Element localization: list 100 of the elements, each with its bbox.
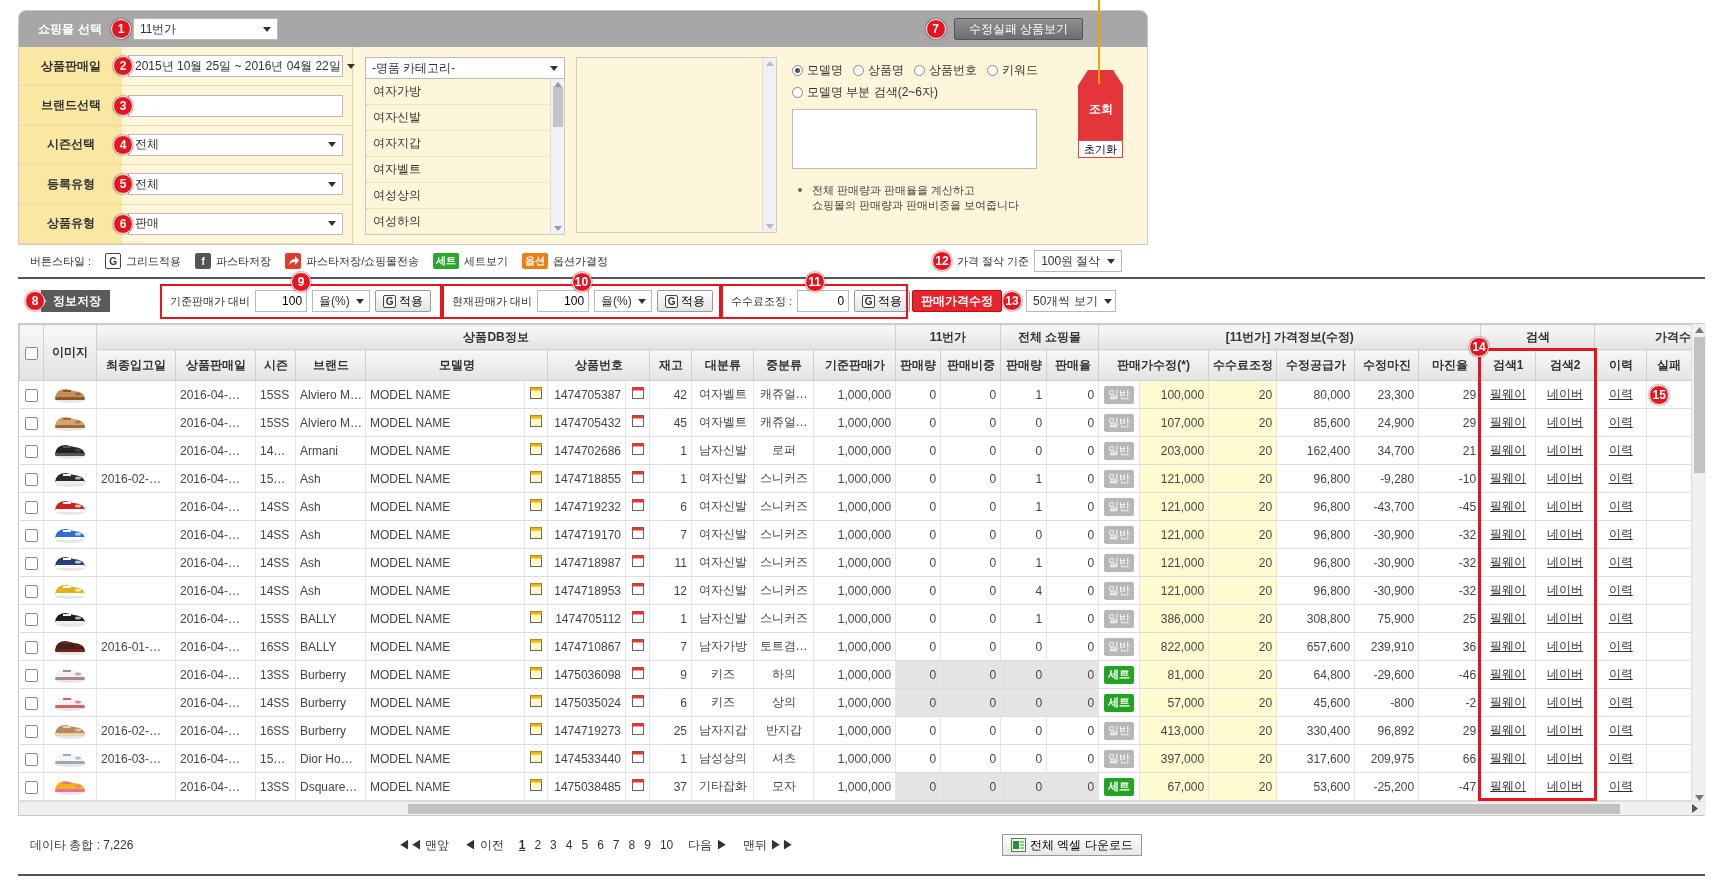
horizontal-scrollbar[interactable] xyxy=(19,801,1706,815)
previous-page-link[interactable]: ◀ 이전 xyxy=(464,836,504,854)
save-button[interactable]: 정보저장 xyxy=(41,290,110,312)
number-field[interactable]: 0 xyxy=(797,290,850,312)
search-link[interactable]: 필웨이 xyxy=(1490,723,1527,737)
window-icon[interactable] xyxy=(631,779,644,791)
page-link[interactable]: 8 xyxy=(628,838,636,852)
failed-items-button[interactable]: 수정실패 상품보기 xyxy=(953,18,1083,40)
page-link[interactable]: 4 xyxy=(565,838,573,852)
page-link[interactable]: 2 xyxy=(534,838,542,852)
apply-button[interactable]: G 적용 xyxy=(657,290,714,312)
search-link[interactable]: 네이버 xyxy=(1547,751,1584,765)
checkbox[interactable] xyxy=(24,528,38,542)
window-icon[interactable] xyxy=(631,695,644,707)
window-icon[interactable] xyxy=(631,499,644,511)
search-link[interactable]: 필웨이 xyxy=(1490,779,1527,793)
search-button[interactable]: 조회 xyxy=(1078,70,1123,140)
search-link[interactable]: 네이버 xyxy=(1547,499,1584,513)
note-icon[interactable] xyxy=(530,723,542,735)
history-link[interactable]: 이력 xyxy=(1608,415,1633,429)
checkbox[interactable] xyxy=(24,640,38,654)
history-link[interactable]: 이력 xyxy=(1608,667,1633,681)
history-link[interactable]: 이력 xyxy=(1608,751,1633,765)
note-icon[interactable] xyxy=(530,527,542,539)
radio-button[interactable] xyxy=(792,64,803,76)
history-link[interactable]: 이력 xyxy=(1608,555,1633,569)
search-link[interactable]: 네이버 xyxy=(1547,723,1584,737)
apply-button[interactable]: G 적용 xyxy=(375,290,432,312)
radio-button[interactable] xyxy=(987,64,998,76)
dropdown[interactable]: 판매 xyxy=(128,212,343,235)
search-link[interactable]: 네이버 xyxy=(1547,583,1584,597)
page-link[interactable]: 1 xyxy=(518,838,526,852)
search-link[interactable]: 네이버 xyxy=(1547,415,1584,429)
checkbox[interactable] xyxy=(25,346,38,360)
page-link[interactable]: 10 xyxy=(659,838,674,852)
history-link[interactable]: 이력 xyxy=(1608,611,1633,625)
page-link[interactable]: 3 xyxy=(550,838,557,852)
search-link[interactable]: 네이버 xyxy=(1547,667,1584,681)
apply-button[interactable]: G 적용 xyxy=(854,290,911,312)
search-link[interactable]: 필웨이 xyxy=(1490,583,1527,597)
history-link[interactable]: 이력 xyxy=(1608,695,1633,709)
history-link[interactable]: 이력 xyxy=(1608,499,1633,513)
search-link[interactable]: 네이버 xyxy=(1547,527,1584,541)
search-link[interactable]: 필웨이 xyxy=(1490,499,1527,513)
first-page-link[interactable]: ◀◀ 맨앞 xyxy=(398,836,450,854)
checkbox[interactable] xyxy=(24,388,38,402)
note-icon[interactable] xyxy=(530,639,542,651)
note-icon[interactable] xyxy=(530,611,542,623)
search-link[interactable]: 필웨이 xyxy=(1490,751,1527,765)
window-icon[interactable] xyxy=(631,527,644,539)
note-icon[interactable] xyxy=(530,499,542,511)
search-link[interactable]: 필웨이 xyxy=(1490,611,1527,625)
checkbox[interactable] xyxy=(24,780,38,794)
edit-price-button[interactable]: 판매가격수정 xyxy=(912,290,1002,312)
checkbox[interactable] xyxy=(24,752,38,766)
history-link[interactable]: 이력 xyxy=(1608,443,1633,457)
checkbox[interactable] xyxy=(24,500,38,514)
arrow-down-icon[interactable] xyxy=(1694,795,1704,801)
reset-button[interactable]: 초기화 xyxy=(1078,140,1123,158)
window-icon[interactable] xyxy=(631,387,644,399)
note-icon[interactable] xyxy=(530,443,542,455)
search-link[interactable]: 네이버 xyxy=(1547,387,1584,401)
radio-button[interactable] xyxy=(914,64,925,76)
window-icon[interactable] xyxy=(631,667,644,679)
scroll-thumb[interactable] xyxy=(552,87,563,127)
checkbox[interactable] xyxy=(24,472,38,486)
search-link[interactable]: 필웨이 xyxy=(1490,639,1527,653)
window-icon[interactable] xyxy=(631,751,644,763)
last-page-link[interactable]: 맨뒤 ▶▶ xyxy=(742,836,794,854)
checkbox[interactable] xyxy=(24,612,38,626)
checkbox[interactable] xyxy=(24,444,38,458)
search-link[interactable]: 필웨이 xyxy=(1490,443,1527,457)
history-link[interactable]: 이력 xyxy=(1608,723,1633,737)
note-icon[interactable] xyxy=(530,695,542,707)
vertical-scrollbar[interactable] xyxy=(1691,324,1706,801)
radio-button[interactable] xyxy=(792,86,803,98)
rounding-dropdown[interactable]: 100원 절삭 xyxy=(1034,250,1123,272)
page-link[interactable]: 9 xyxy=(644,838,651,852)
search-link[interactable]: 필웨이 xyxy=(1490,555,1527,569)
scroll-thumb[interactable] xyxy=(408,803,1620,814)
window-icon[interactable] xyxy=(631,471,644,483)
search-link[interactable]: 필웨이 xyxy=(1490,667,1527,681)
unit-dropdown[interactable]: 율(%) xyxy=(594,290,653,312)
history-link[interactable]: 이력 xyxy=(1608,527,1633,541)
search-link[interactable]: 필웨이 xyxy=(1490,471,1527,485)
checkbox[interactable] xyxy=(24,584,38,598)
window-icon[interactable] xyxy=(631,443,644,455)
number-field[interactable]: 100 xyxy=(537,290,590,312)
search-link[interactable]: 네이버 xyxy=(1547,611,1584,625)
next-page-link[interactable]: 다음 ▶ xyxy=(688,836,728,854)
dropdown[interactable]: 전체 xyxy=(128,173,343,196)
shop-dropdown[interactable]: 11번가 xyxy=(133,18,278,40)
arrow-down-icon[interactable] xyxy=(553,226,562,231)
search-link[interactable]: 네이버 xyxy=(1547,471,1584,485)
history-link[interactable]: 이력 xyxy=(1608,583,1633,597)
window-icon[interactable] xyxy=(631,611,644,623)
note-icon[interactable] xyxy=(530,583,542,595)
window-icon[interactable] xyxy=(631,415,644,427)
page-size-dropdown[interactable]: 50개씩 보기 xyxy=(1026,290,1116,312)
search-link[interactable]: 네이버 xyxy=(1547,779,1584,793)
